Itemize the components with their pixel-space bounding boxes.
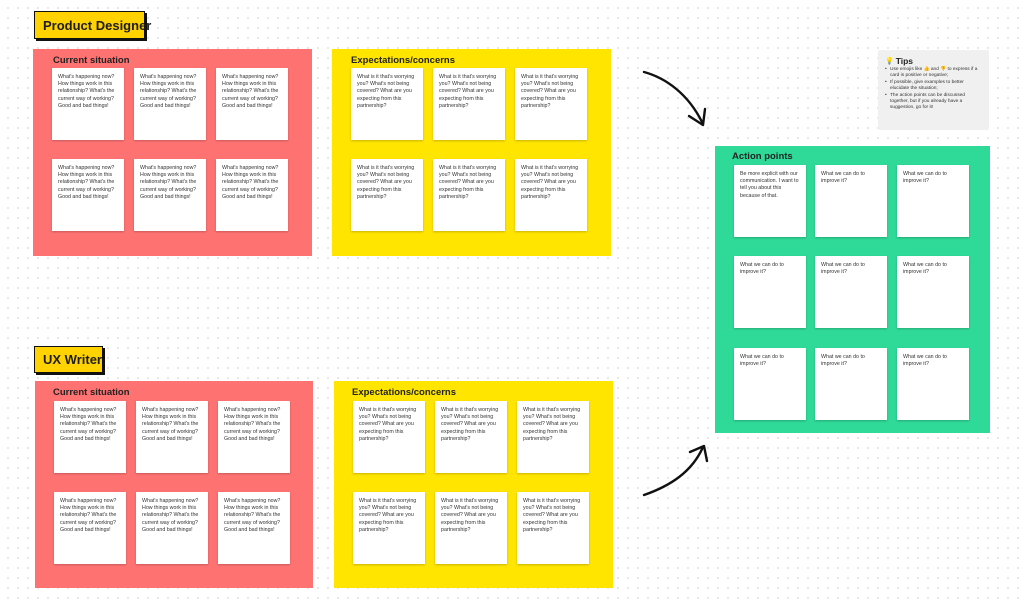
sticky-note[interactable]: What's happening now? How things work in… <box>216 68 288 140</box>
sticky-note[interactable]: What's happening now? How things work in… <box>134 68 206 140</box>
tips-header: 💡 Tips <box>885 56 982 66</box>
sticky-note[interactable]: What is it that's worrying you? What's n… <box>353 401 425 473</box>
sticky-note[interactable]: What is it that's worrying you? What's n… <box>435 492 507 564</box>
sticky-note[interactable]: What's happening now? How things work in… <box>218 401 290 473</box>
tips-item: If possible, give examples to better elu… <box>885 80 982 93</box>
sticky-note[interactable]: What's happening now? How things work in… <box>218 492 290 564</box>
tips-title: Tips <box>895 56 914 66</box>
sticky-note[interactable]: What is it that's worrying you? What's n… <box>351 159 423 231</box>
sticky-note[interactable]: What is it that's worrying you? What's n… <box>517 492 589 564</box>
frame-title: Current situation <box>53 55 130 66</box>
sticky-note[interactable]: What is it that's worrying you? What's n… <box>433 68 505 140</box>
sticky-note[interactable]: What is it that's worrying you? What's n… <box>353 492 425 564</box>
sticky-note[interactable]: What's happening now? How things work in… <box>136 401 208 473</box>
section-label-ux-writer[interactable]: UX Writer <box>34 346 103 373</box>
tips-item: Use emojis like 👍 and 👎 to express if a … <box>885 67 982 80</box>
frame-title: Current situation <box>53 387 130 398</box>
sticky-note[interactable]: What we can do to improve it? <box>815 256 887 328</box>
frame-expectations-ux-writer[interactable]: Expectations/concerns What is it that's … <box>334 381 613 588</box>
tips-note[interactable]: 💡 Tips Use emojis like 👍 and 👎 to expres… <box>878 50 989 130</box>
tips-list: Use emojis like 👍 and 👎 to express if a … <box>885 67 982 112</box>
sticky-note[interactable]: What's happening now? How things work in… <box>216 159 288 231</box>
sticky-note[interactable]: What's happening now? How things work in… <box>136 492 208 564</box>
frame-action-points[interactable]: Action points Be more explicit with our … <box>715 146 990 433</box>
arrow-up-right-icon[interactable] <box>636 438 716 508</box>
sticky-note[interactable]: What's happening now? How things work in… <box>52 68 124 140</box>
sticky-note[interactable]: What's happening now? How things work in… <box>134 159 206 231</box>
sticky-note[interactable]: What's happening now? How things work in… <box>54 401 126 473</box>
lightbulb-icon: 💡 <box>885 58 894 65</box>
sticky-note[interactable]: What we can do to improve it? <box>734 256 806 328</box>
frame-title: Action points <box>732 151 793 162</box>
sticky-note[interactable]: What's happening now? How things work in… <box>54 492 126 564</box>
sticky-note[interactable]: What we can do to improve it? <box>897 256 969 328</box>
sticky-note[interactable]: What's happening now? How things work in… <box>52 159 124 231</box>
frame-current-situation-product-designer[interactable]: Current situation What's happening now? … <box>33 49 312 256</box>
sticky-note[interactable]: What is it that's worrying you? What's n… <box>515 159 587 231</box>
sticky-note[interactable]: What we can do to improve it? <box>897 165 969 237</box>
sticky-note[interactable]: What we can do to improve it? <box>815 348 887 420</box>
frame-title: Expectations/concerns <box>352 387 457 398</box>
sticky-note[interactable]: What we can do to improve it? <box>897 348 969 420</box>
arrow-down-right-icon[interactable] <box>636 66 716 136</box>
sticky-note[interactable]: What we can do to improve it? <box>815 165 887 237</box>
frame-title: Expectations/concerns <box>351 55 456 66</box>
sticky-note[interactable]: What is it that's worrying you? What's n… <box>517 401 589 473</box>
section-label-product-designer[interactable]: Product Designer <box>34 11 151 39</box>
frame-expectations-product-designer[interactable]: Expectations/concerns What is it that's … <box>332 49 611 256</box>
sticky-note[interactable]: What is it that's worrying you? What's n… <box>433 159 505 231</box>
sticky-note[interactable]: What is it that's worrying you? What's n… <box>515 68 587 140</box>
frame-current-situation-ux-writer[interactable]: Current situation What's happening now? … <box>35 381 313 588</box>
sticky-note[interactable]: Be more explicit with our communication.… <box>734 165 806 237</box>
sticky-note[interactable]: What we can do to improve it? <box>734 348 806 420</box>
sticky-note[interactable]: What is it that's worrying you? What's n… <box>351 68 423 140</box>
tips-item: The action points can be discussed toget… <box>885 93 982 112</box>
sticky-note[interactable]: What is it that's worrying you? What's n… <box>435 401 507 473</box>
